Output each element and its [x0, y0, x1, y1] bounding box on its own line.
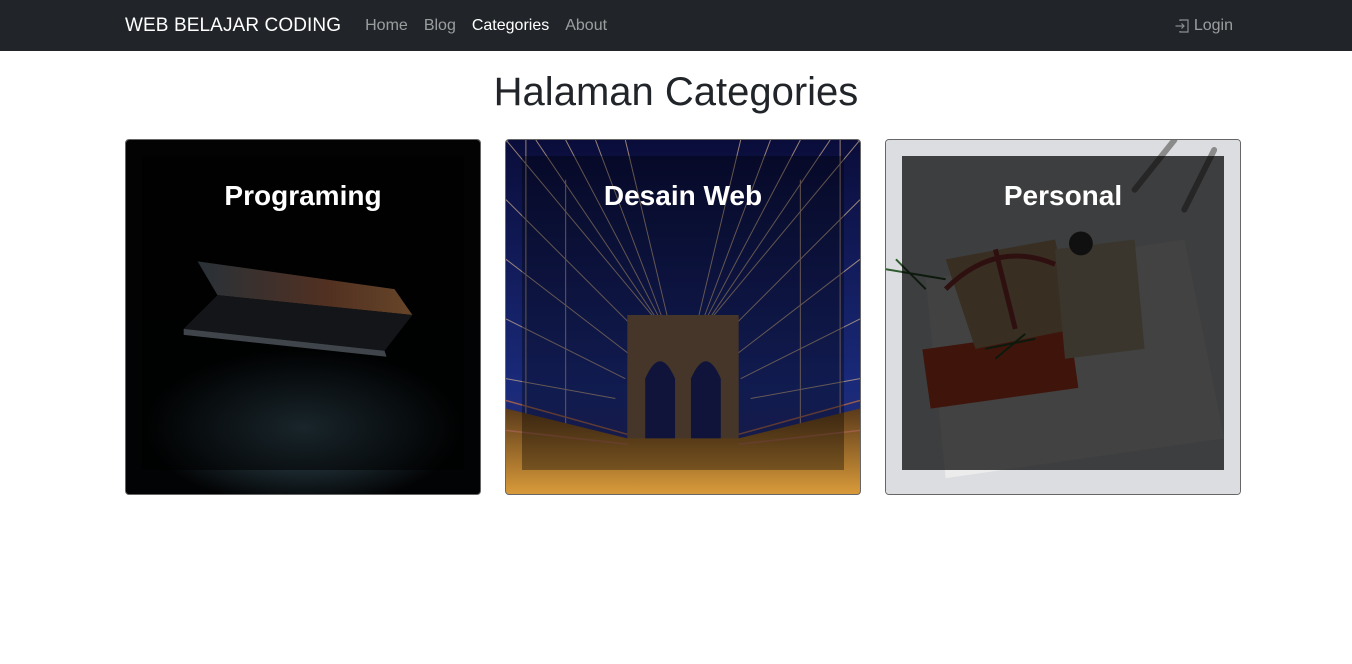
category-card-personal[interactable]: Personal — [885, 139, 1241, 495]
category-title: Personal — [1003, 180, 1123, 211]
nav-link-blog[interactable]: Blog — [424, 17, 456, 35]
page-title: Halaman Categories — [493, 70, 859, 114]
nav-link-home[interactable]: Home — [365, 17, 408, 35]
navbar: WEB BELAJAR CODING Home Blog Categories … — [0, 0, 1352, 51]
login-link[interactable]: Login — [1174, 17, 1233, 35]
category-title: Desain Web — [603, 180, 763, 211]
navbar-inner: WEB BELAJAR CODING Home Blog Categories … — [125, 0, 1233, 51]
category-card-programing[interactable]: Programing — [125, 139, 481, 495]
box-arrow-in-right-icon — [1175, 18, 1189, 33]
brand-link[interactable]: WEB BELAJAR CODING — [125, 15, 341, 37]
nav-link-categories[interactable]: Categories — [472, 17, 549, 35]
category-cards: Programing Desain Web Personal — [125, 139, 1241, 495]
category-title: Programing — [224, 180, 382, 211]
nav-link-about[interactable]: About — [565, 17, 607, 35]
login-label: Login — [1193, 16, 1233, 34]
category-card-desain-web[interactable]: Desain Web — [505, 139, 861, 495]
nav-links: Home Blog Categories About — [365, 17, 623, 35]
